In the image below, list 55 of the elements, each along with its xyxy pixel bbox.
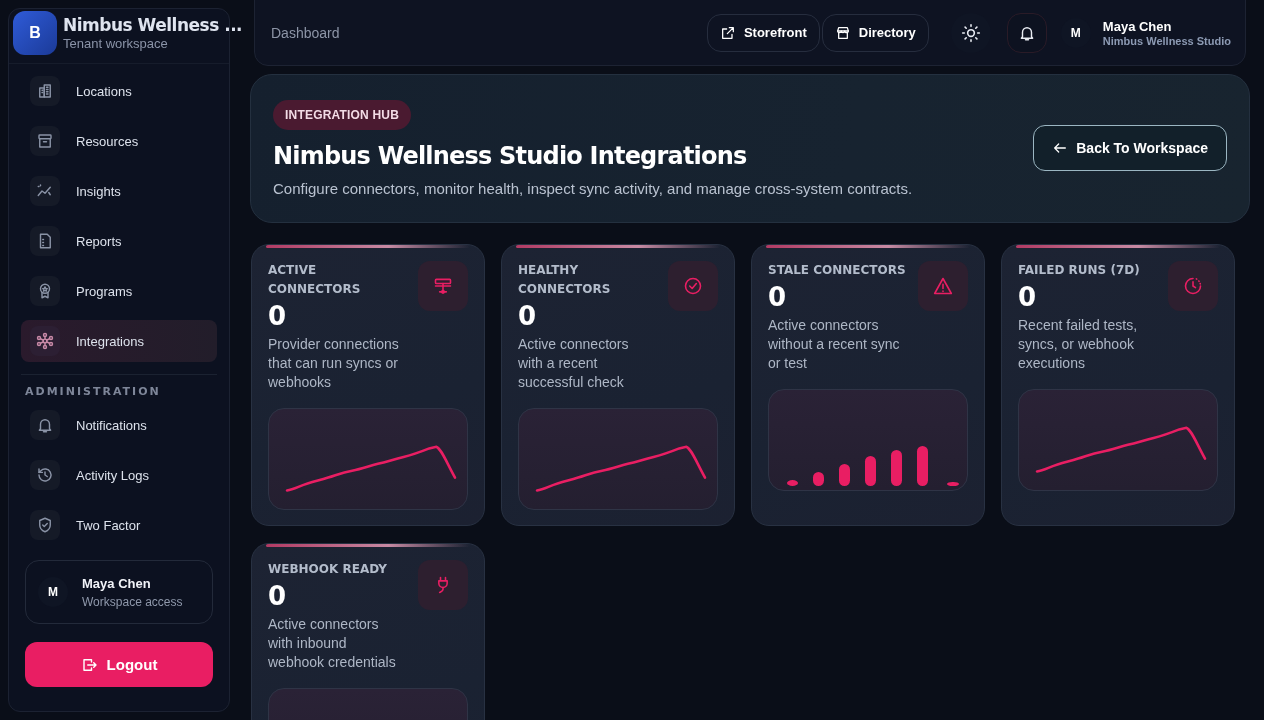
sidebar-item[interactable]: Activity Logs [21,454,217,496]
stat-description: Active connectors with inbound webhook credentials [268,615,397,672]
sidebar-item[interactable]: Integrations [21,320,217,362]
logout-button[interactable]: Logout [25,642,213,687]
page-description: Configure connectors, monitor health, inspect sync activity, and manage cross-system contracts. [273,180,914,197]
notifications-button[interactable] [1006,12,1047,53]
history-icon [36,466,54,484]
stat-description: Active connectors without a recent sync or test [768,316,901,373]
stat-description: Active connectors with a recent successful check [518,335,630,392]
section-heading: ADMINISTRATION [24,385,162,400]
workspace-logo: B [13,11,57,55]
sidebar-item[interactable]: Notifications [21,404,217,446]
header-link[interactable]: Storefront [706,13,820,52]
stat-label: ACTIVE CONNECTORS [268,262,362,298]
sidebar-item[interactable]: Programs [21,270,217,312]
stat-label: STALE CONNECTORS [768,262,907,279]
user-avatar: M [38,577,68,607]
back-button[interactable]: Back To Workspace [1033,124,1227,171]
user-name: Maya Chen [1102,18,1173,34]
header-link[interactable]: Directory [821,13,929,52]
workspace-name: Nimbus Wellness ... [63,15,243,35]
user-name: Maya Chen [82,575,152,591]
stat-description: Provider connections that can run syncs or webhooks [268,335,400,392]
stat-value: 0 [518,301,537,331]
section-badge: INTEGRATION HUB [273,100,412,130]
shield-check-icon [36,516,54,534]
network-hub-icon [36,332,54,350]
user-role: Workspace access [82,594,183,609]
page-title: Nimbus Wellness Studio Integrations [273,142,748,170]
stat-label: FAILED RUNS (7D) [1018,262,1141,279]
user-organization: Nimbus Wellness Studio [1102,34,1231,47]
stat-value: 0 [268,301,287,331]
sidebar-item[interactable]: Locations [21,70,217,112]
sidebar-item[interactable]: Two Factor [21,504,217,546]
stat-description: Recent failed tests, syncs, or webhook executions [1018,316,1139,373]
workspace-subtitle: Tenant workspace [63,36,169,51]
external-link-icon [719,24,736,41]
sidebar-item[interactable]: Insights [21,170,217,212]
clock-icon [1183,276,1203,296]
archive-box-icon [36,132,54,150]
storefront-icon [834,24,851,41]
stat-value: 0 [768,282,787,312]
bell-icon [36,416,54,434]
sidebar-item[interactable]: Resources [21,120,217,162]
building-icon [36,82,54,100]
stat-value: 0 [268,581,287,611]
stat-label: HEALTHY CONNECTORS [518,262,612,298]
breadcrumb[interactable]: Dashboard [271,24,705,41]
stat-label: WEBHOOK READY [268,561,388,578]
sidebar-item[interactable]: Reports [21,220,217,262]
warning-icon [933,276,953,296]
sun-icon [960,22,981,43]
server-icon [433,276,453,296]
stat-value: 0 [1018,282,1037,312]
check-circle-icon [683,276,703,296]
